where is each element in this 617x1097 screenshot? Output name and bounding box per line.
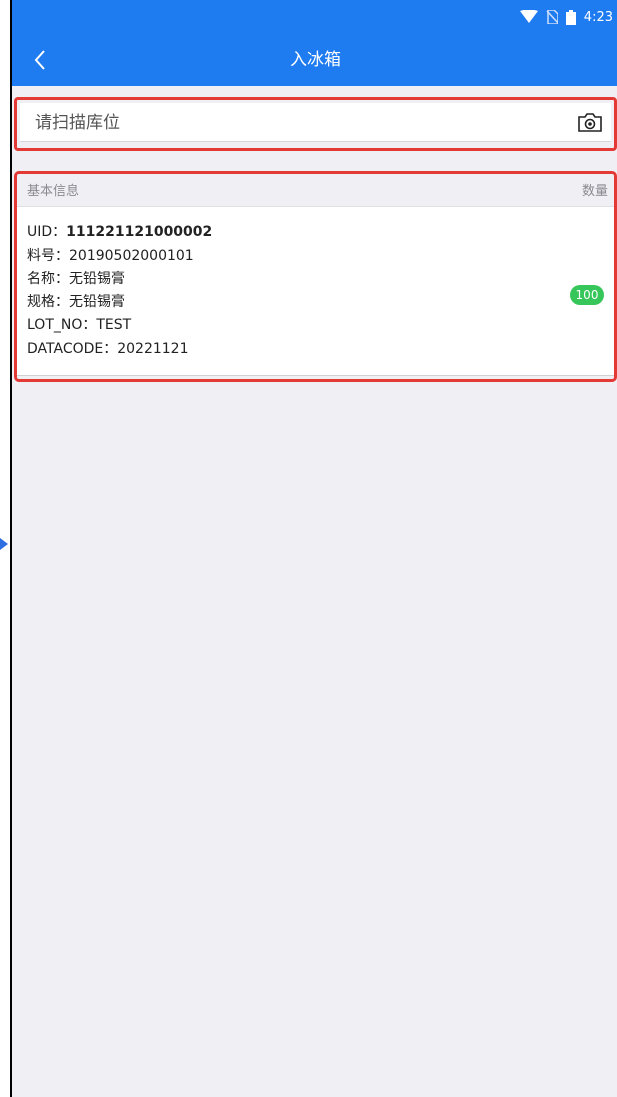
pointer-arrow-icon bbox=[0, 538, 8, 550]
quantity-heading: 数量 bbox=[581, 184, 608, 199]
no-sim-icon bbox=[546, 10, 558, 24]
part-number-row: 料号：20190502000101 bbox=[27, 248, 194, 264]
uid-value: 111221121000002 bbox=[66, 224, 213, 240]
scan-location-highlight bbox=[14, 97, 617, 151]
camera-icon bbox=[578, 113, 602, 132]
scan-location-input[interactable] bbox=[33, 103, 557, 143]
material-card[interactable]: UID：111221121000002 料号：20190502000101 名称… bbox=[17, 206, 614, 376]
status-bar: 4:23 bbox=[12, 0, 617, 34]
app-screen: 4:23 入冰箱 基本信息 数量 bbox=[10, 0, 617, 1097]
uid-label: UID： bbox=[27, 224, 67, 240]
quantity-badge: 100 bbox=[570, 285, 604, 305]
name-row: 名称：无铅锡膏 bbox=[27, 271, 125, 287]
wifi-icon bbox=[519, 10, 538, 23]
basic-info-heading: 基本信息 bbox=[27, 184, 80, 199]
battery-icon bbox=[565, 9, 576, 25]
lot-number-row: LOT_NO：TEST bbox=[27, 317, 132, 333]
status-time: 4:23 bbox=[583, 9, 613, 25]
navigation-bar: 入冰箱 bbox=[12, 34, 617, 86]
camera-button[interactable] bbox=[577, 111, 603, 133]
spec-row: 规格：无铅锡膏 bbox=[27, 294, 125, 310]
info-header: 基本信息 数量 bbox=[17, 174, 614, 206]
scan-field bbox=[20, 103, 611, 143]
basic-info-highlight: 基本信息 数量 UID：111221121000002 料号：201905020… bbox=[14, 171, 617, 382]
uid-row: UID：111221121000002 bbox=[27, 221, 212, 241]
page-title: 入冰箱 bbox=[290, 50, 341, 70]
datacode-row: DATACODE：20221121 bbox=[27, 341, 189, 357]
